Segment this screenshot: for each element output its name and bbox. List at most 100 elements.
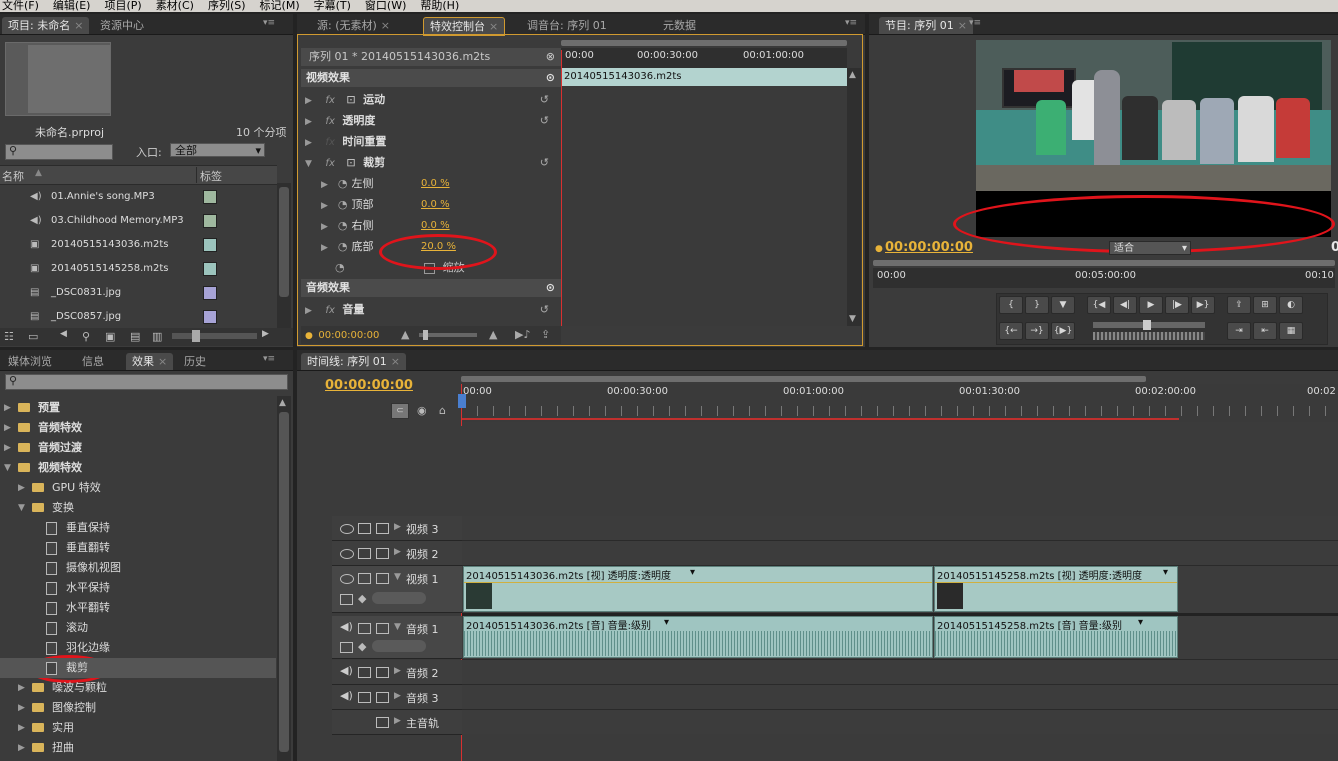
tab-metadata[interactable]: 元数据 (657, 17, 702, 34)
list-view-icon[interactable]: ☷ (4, 330, 14, 343)
video-clip-1[interactable]: 20140515143036.m2ts [视] 透明度:透明度 ▾ (463, 566, 933, 612)
keyframe-icon[interactable]: ◉ (417, 404, 427, 417)
go-next-edit-icon[interactable]: →} (1025, 322, 1049, 340)
effects-folder[interactable]: ▶ 音频特效 (0, 418, 276, 438)
effect-item[interactable]: 水平保持 (0, 578, 276, 598)
track-lock-icon[interactable] (376, 623, 389, 634)
label-color-swatch[interactable] (203, 238, 217, 252)
expand-triangle-icon[interactable]: ▶ (4, 398, 11, 418)
effect-item[interactable]: 滚动 (0, 618, 276, 638)
menu-item[interactable]: 帮助(H) (418, 0, 459, 11)
overlay-icon[interactable]: ⇤ (1253, 322, 1277, 340)
step-back-icon[interactable]: ◀| (1113, 296, 1137, 314)
program-timecode[interactable]: 00:00:00:00 (885, 240, 973, 255)
reset-icon[interactable]: ↺ (540, 300, 549, 320)
zoom-slider[interactable] (172, 330, 257, 342)
track-lock-icon[interactable] (376, 523, 389, 534)
tab-source[interactable]: 源: (无素材) × (311, 17, 396, 34)
play-in-to-out-icon[interactable]: {▶} (1051, 322, 1075, 340)
scroll-left-icon[interactable]: ◀ (60, 329, 67, 339)
expand-triangle-icon[interactable]: ▶ (18, 718, 25, 738)
safe-margins-icon[interactable]: ⊞ (1253, 296, 1277, 314)
zoom-out-icon[interactable]: ▲ (401, 326, 409, 344)
speaker-icon[interactable]: ◀) (340, 620, 353, 633)
project-scrollbar[interactable] (277, 183, 291, 328)
snap-icon[interactable]: ⊂ (391, 403, 409, 419)
crop-param-row[interactable]: ▶ ◔ 左侧 0.0 % (301, 174, 561, 194)
stopwatch-icon[interactable]: ◔ (335, 261, 345, 274)
reset-icon[interactable]: ↺ (540, 90, 549, 110)
track-lock-icon[interactable] (376, 548, 389, 559)
go-to-in-icon[interactable]: {◀ (1087, 296, 1111, 314)
effect-item[interactable]: 摄像机视图 (0, 558, 276, 578)
go-prev-edit-icon[interactable]: {← (999, 322, 1023, 340)
effects-folder[interactable]: ▶ GPU 特效 (0, 478, 276, 498)
track-video3[interactable]: ▶ 视频 3 (332, 516, 462, 541)
tab-history[interactable]: 历史 (178, 353, 212, 370)
expand-triangle-icon[interactable]: ▶ (321, 243, 328, 253)
reset-icon[interactable]: ↺ (540, 153, 549, 173)
expand-icon[interactable]: ⊗ (546, 48, 555, 66)
in-dropdown[interactable]: 全部 ▾ (170, 143, 265, 157)
lift-icon[interactable]: ⇪ (1227, 296, 1251, 314)
track-audio2[interactable]: ◀) ▶ 音频 2 (332, 660, 462, 685)
eye-icon[interactable] (340, 549, 354, 559)
find-icon[interactable]: ⚲ (82, 330, 90, 343)
video-clip-2[interactable]: 20140515145258.m2ts [视] 透明度:透明度 ▾ (934, 566, 1178, 612)
panel-menu-icon[interactable]: ▾≡ (969, 18, 981, 28)
icon-view-icon[interactable]: ▭ (28, 330, 38, 343)
program-scroll[interactable] (873, 260, 1335, 266)
chevron-down-icon[interactable]: ▾ (690, 567, 695, 578)
keyframe-nav[interactable] (372, 592, 426, 604)
eye-icon[interactable] (340, 574, 354, 584)
effect-ruler[interactable]: 00:00 00:00:30:00 00:01:00:00 (561, 48, 847, 68)
tab-audio-mixer[interactable]: 调音台: 序列 01 (521, 17, 613, 34)
scroll-right-icon[interactable]: ▶ (262, 329, 269, 339)
show-keyframes-icon[interactable]: ◆ (358, 592, 366, 605)
effect-clip-bar[interactable]: 20140515143036.m2ts (561, 68, 847, 86)
panel-menu-icon[interactable]: ▾≡ (263, 18, 275, 28)
project-item[interactable]: ◀) 03.Childhood Memory.MP3 (0, 209, 277, 233)
effects-folder[interactable]: ▼ 变换 (0, 498, 276, 518)
expand-triangle-icon[interactable]: ▶ (18, 478, 25, 498)
menu-item[interactable]: 字幕(T) (312, 0, 351, 11)
playhead-handle[interactable] (458, 394, 466, 408)
effect-item[interactable]: 水平翻转 (0, 598, 276, 618)
project-search-input[interactable]: ⚲ (5, 144, 113, 160)
expand-triangle-icon[interactable]: ▶ (321, 180, 328, 190)
play-audio-icon[interactable]: ▶♪ (515, 326, 530, 344)
expand-triangle-icon[interactable]: ▼ (4, 458, 11, 478)
tab-program[interactable]: 节目: 序列 01 × (879, 17, 973, 34)
effect-item[interactable]: 垂直翻转 (0, 538, 276, 558)
stopwatch-icon[interactable]: ◔ (338, 177, 348, 190)
expand-triangle-icon[interactable]: ▶ (18, 738, 25, 758)
menu-item[interactable]: 标记(M) (258, 0, 300, 11)
step-forward-icon[interactable]: |▶ (1165, 296, 1189, 314)
tab-info[interactable]: 信息 (76, 353, 110, 370)
sync-lock-icon[interactable] (358, 573, 371, 584)
label-color-swatch[interactable] (203, 190, 217, 204)
expand-triangle-icon[interactable]: ▶ (18, 678, 25, 698)
project-item[interactable]: ◀) 01.Annie's song.MP3 (0, 185, 277, 209)
effect-crop[interactable]: ▼ fx ⊡ 裁剪 ↺ (301, 153, 561, 173)
project-item[interactable]: ▣ 20140515145258.m2ts (0, 257, 277, 281)
expand-triangle-icon[interactable]: ▶ (321, 222, 328, 232)
tab-project[interactable]: 项目: 未命名 × (2, 17, 90, 34)
tab-effects[interactable]: 效果 × (126, 353, 174, 370)
program-ruler[interactable]: 00:00 00:05:00:00 00:10 (873, 268, 1335, 288)
crop-param-value[interactable]: 0.0 % (421, 195, 450, 215)
fx-icon[interactable]: fx (325, 95, 334, 106)
crop-param-value[interactable]: 0.0 % (421, 174, 450, 194)
label-color-swatch[interactable] (203, 310, 217, 324)
effect-volume[interactable]: ▶ fx 音量 ↺ (301, 300, 561, 320)
effect-item[interactable]: 裁剪 (0, 658, 276, 678)
speaker-icon[interactable]: ◀) (340, 664, 353, 677)
menu-item[interactable]: 编辑(E) (51, 0, 91, 11)
sync-lock-icon[interactable] (358, 667, 371, 678)
timeline-timecode[interactable]: 00:00:00:00 (325, 378, 413, 393)
fx-icon[interactable]: fx (325, 158, 334, 169)
sync-lock-icon[interactable] (358, 623, 371, 634)
mark-in-icon[interactable]: { (999, 296, 1023, 314)
fx-icon[interactable]: fx (325, 116, 334, 127)
timeline-ruler[interactable]: 00:00 00:00:30:00 00:01:00:00 00:01:30:0… (461, 384, 1338, 422)
